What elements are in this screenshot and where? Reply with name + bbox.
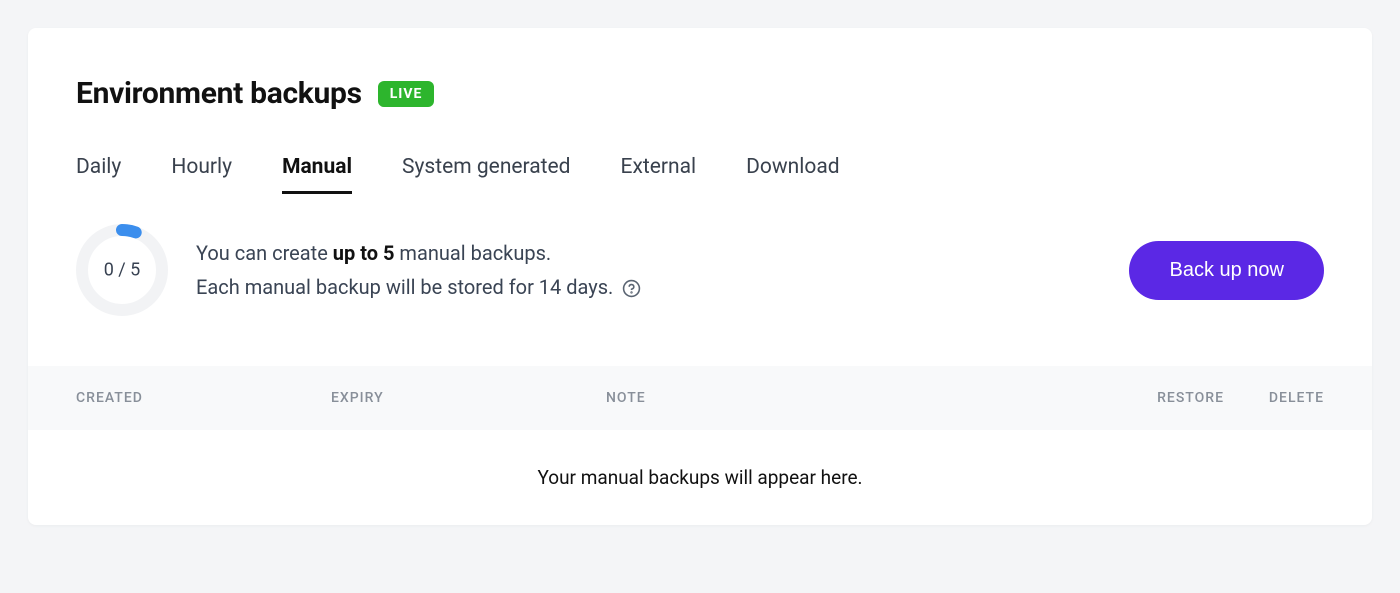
gauge-value: 0 / 5 xyxy=(104,260,141,281)
tab-external[interactable]: External xyxy=(621,155,697,194)
help-icon[interactable] xyxy=(622,279,641,298)
column-created: CREATED xyxy=(76,390,331,406)
usage-gauge: 0 / 5 xyxy=(76,224,168,316)
column-expiry: EXPIRY xyxy=(331,390,606,406)
table-header: CREATED EXPIRY NOTE RESTORE DELETE xyxy=(28,366,1372,430)
column-note: NOTE xyxy=(606,390,1059,406)
info-line1-bold: up to 5 xyxy=(333,241,395,265)
tab-download[interactable]: Download xyxy=(746,155,840,194)
info-line2: Each manual backup will be stored for 14… xyxy=(196,275,613,299)
tab-manual[interactable]: Manual xyxy=(282,155,352,194)
info-section: 0 / 5 You can create up to 5 manual back… xyxy=(28,194,1372,366)
title-row: Environment backups LIVE xyxy=(76,76,1324,111)
tab-hourly[interactable]: Hourly xyxy=(171,155,232,194)
live-badge: LIVE xyxy=(378,81,435,107)
info-left: 0 / 5 You can create up to 5 manual back… xyxy=(76,224,641,316)
backups-card: Environment backups LIVE Daily Hourly Ma… xyxy=(28,28,1372,525)
empty-state: Your manual backups will appear here. xyxy=(28,430,1372,525)
tab-system-generated[interactable]: System generated xyxy=(402,155,571,194)
column-restore: RESTORE xyxy=(1059,390,1224,406)
page-title: Environment backups xyxy=(76,76,362,111)
info-line1-suffix: manual backups. xyxy=(394,241,551,265)
info-text: You can create up to 5 manual backups. E… xyxy=(196,236,641,304)
info-line1-prefix: You can create xyxy=(196,241,333,265)
column-delete: DELETE xyxy=(1224,390,1324,406)
tab-daily[interactable]: Daily xyxy=(76,155,121,194)
backup-now-button[interactable]: Back up now xyxy=(1129,241,1324,300)
tabs: Daily Hourly Manual System generated Ext… xyxy=(76,155,1324,194)
card-header: Environment backups LIVE Daily Hourly Ma… xyxy=(28,28,1372,194)
